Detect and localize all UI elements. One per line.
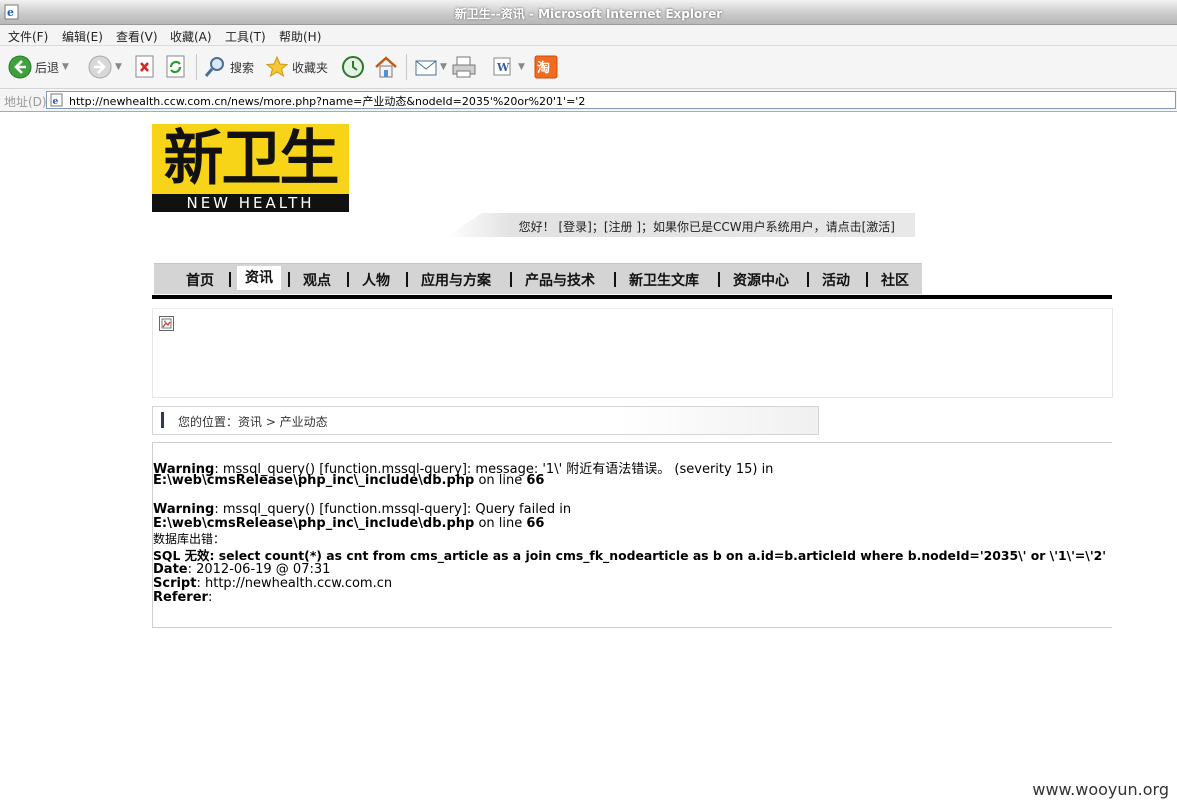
history-icon — [342, 56, 364, 78]
error-output: Warning: mssql_query() [function.mssql-q… — [152, 442, 1112, 628]
window-titlebar: e 新卫生--资讯 - Microsoft Internet Explorer — [0, 0, 1177, 25]
error-referer: Referer: — [153, 590, 213, 605]
watermark-text: www.wooyun.org — [1032, 780, 1169, 799]
warning-1-file: E:\web\cmsRelease\php_inc\_include\db.ph… — [153, 473, 545, 488]
window-title: 新卫生--资讯 - Microsoft Internet Explorer — [454, 7, 723, 21]
svg-text:e: e — [53, 97, 59, 107]
nav-divider — [229, 272, 231, 287]
nav-divider — [510, 272, 512, 287]
svg-text:淘: 淘 — [537, 60, 550, 76]
taobao-button[interactable]: 淘 — [534, 53, 558, 81]
menu-help[interactable]: 帮助(H) — [279, 28, 321, 45]
stop-button[interactable] — [134, 53, 156, 81]
nav-divider — [288, 272, 290, 287]
chevron-down-icon: ▼ — [440, 62, 447, 72]
site-logo[interactable]: 新卫生 NEW HEALTH — [152, 124, 349, 212]
address-url: http://newhealth.ccw.com.cn/news/more.ph… — [69, 95, 586, 108]
nav-people[interactable]: 人物 — [362, 270, 390, 290]
address-label: 地址(D) — [4, 95, 47, 109]
menu-favorites[interactable]: 收藏(A) — [170, 28, 212, 45]
nav-products[interactable]: 产品与技术 — [525, 270, 595, 290]
nav-divider — [807, 272, 809, 287]
address-input[interactable]: e http://newhealth.ccw.com.cn/news/more.… — [46, 91, 1176, 109]
mail-button[interactable]: ▼ — [414, 53, 447, 81]
nav-community[interactable]: 社区 — [881, 270, 909, 290]
menu-view[interactable]: 查看(V) — [116, 28, 158, 45]
print-button[interactable] — [451, 53, 477, 81]
back-arrow-icon — [8, 55, 32, 79]
refresh-button[interactable] — [165, 53, 187, 81]
main-nav: 首页 资讯 观点 人物 应用与方案 产品与技术 新卫生文库 资源中心 活动 社区 — [154, 263, 922, 294]
nav-home[interactable]: 首页 — [186, 270, 214, 290]
chevron-down-icon: ▼ — [115, 62, 122, 72]
error-script: Script: http://newhealth.ccw.com.cn — [153, 576, 393, 591]
home-button[interactable] — [373, 53, 399, 81]
nav-resources[interactable]: 资源中心 — [733, 270, 789, 290]
nav-solutions[interactable]: 应用与方案 — [421, 270, 491, 290]
menu-bar: 文件(F) 编辑(E) 查看(V) 收藏(A) 工具(T) 帮助(H) — [0, 25, 1177, 46]
page-icon: e — [50, 93, 63, 107]
menu-edit[interactable]: 编辑(E) — [62, 28, 103, 45]
word-icon: W — [493, 57, 511, 76]
favorites-button[interactable]: 收藏夹 — [265, 53, 328, 81]
nav-opinion[interactable]: 观点 — [303, 270, 331, 290]
nav-news[interactable]: 资讯 — [237, 266, 281, 290]
stop-icon — [135, 55, 154, 78]
svg-text:W: W — [496, 61, 510, 74]
nav-divider — [718, 272, 720, 287]
broken-image-icon — [159, 316, 174, 331]
breadcrumb: 您的位置：资讯 > 产业动态 — [152, 406, 819, 435]
mail-icon — [415, 60, 437, 76]
star-icon — [265, 55, 289, 78]
history-button[interactable] — [341, 53, 365, 81]
home-icon — [375, 56, 397, 78]
error-date: Date: 2012-06-19 @ 07:31 — [153, 562, 331, 577]
chevron-down-icon: ▼ — [62, 62, 69, 72]
forward-button[interactable]: ▼ — [88, 53, 122, 81]
menu-tools[interactable]: 工具(T) — [225, 28, 266, 45]
db-error-text: 数据库出错： — [153, 532, 226, 546]
back-button[interactable]: 后退 ▼ — [8, 53, 69, 81]
breadcrumb-text: 您的位置：资讯 > 产业动态 — [178, 415, 328, 429]
login-text[interactable]: 您好！ [登录]；[注册 ]；如果你已是CCW用户系统用户，请点击[激活] — [519, 218, 895, 235]
edit-button[interactable]: W ▼ — [492, 53, 525, 81]
logo-english: NEW HEALTH — [152, 194, 349, 212]
toolbar-separator — [196, 54, 197, 80]
breadcrumb-marker — [161, 412, 164, 428]
nav-divider — [614, 272, 616, 287]
warning-2: Warning: mssql_query() [function.mssql-q… — [153, 502, 572, 517]
chevron-down-icon: ▼ — [518, 62, 525, 72]
nav-events[interactable]: 活动 — [822, 270, 850, 290]
nav-divider — [866, 272, 868, 287]
nav-library[interactable]: 新卫生文库 — [629, 270, 699, 290]
address-bar: 地址(D) e http://newhealth.ccw.com.cn/news… — [0, 89, 1177, 112]
logo-chinese: 新卫生 — [163, 124, 340, 194]
menu-file[interactable]: 文件(F) — [8, 28, 48, 45]
forward-arrow-icon — [88, 55, 112, 79]
nav-divider — [406, 272, 408, 287]
search-icon — [204, 57, 224, 77]
search-button[interactable]: 搜索 — [203, 53, 254, 81]
banner-area — [152, 308, 1113, 398]
printer-icon — [452, 56, 476, 78]
nav-underline — [152, 295, 1112, 299]
refresh-icon — [166, 55, 185, 78]
toolbar: 后退 ▼ ▼ 搜索 收藏夹 ▼ W ▼ 淘 — [0, 46, 1177, 89]
taobao-icon: 淘 — [534, 55, 558, 79]
warning-2-file: E:\web\cmsRelease\php_inc\_include\db.ph… — [153, 516, 545, 531]
nav-divider — [347, 272, 349, 287]
toolbar-separator — [406, 54, 407, 80]
login-bar: 您好！ [登录]；[注册 ]；如果你已是CCW用户系统用户，请点击[激活] — [446, 213, 915, 237]
